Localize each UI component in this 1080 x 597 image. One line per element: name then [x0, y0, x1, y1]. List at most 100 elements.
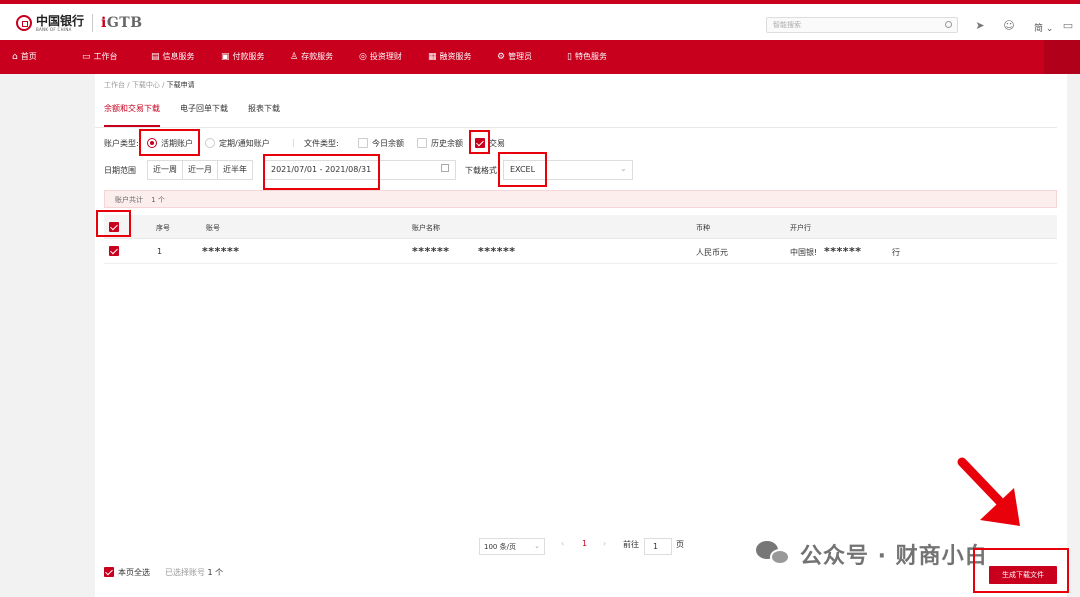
search-placeholder: 智能搜索	[773, 21, 801, 29]
search-icon[interactable]	[945, 21, 952, 28]
user-icon[interactable]: ☺	[1003, 20, 1015, 32]
table-header: 序号 账号 账户名称 币种 开户行	[104, 215, 1057, 239]
annotation-box-date-range	[263, 154, 380, 190]
download-format-label: 下载格式	[465, 166, 497, 175]
page-number-current[interactable]: 1	[582, 539, 587, 548]
page-unit-label: 页	[676, 540, 684, 549]
logo-divider	[92, 14, 94, 32]
gtb-product-logo: iGTB	[101, 15, 143, 31]
send-icon[interactable]: ➤	[974, 20, 986, 32]
chevron-down-icon[interactable]: ⌄	[620, 164, 627, 173]
boc-logo-icon	[16, 15, 32, 31]
goto-page-input[interactable]: 1	[644, 538, 672, 555]
col-currency: 币种	[696, 224, 710, 232]
preset-month-button[interactable]: 近一月	[183, 161, 218, 179]
nav-item-workbench[interactable]: ▭ 工作台	[82, 40, 118, 74]
window-icon[interactable]: ▭	[1062, 20, 1074, 32]
top-bar: 中国银行 BANK OF CHINA iGTB 智能搜索 ➤ ☺ 简 ⌄ ▭	[0, 4, 1080, 40]
annotation-box-select-all	[96, 210, 131, 237]
row-bank-suffix: 行	[892, 248, 900, 257]
annotation-box-transaction	[469, 130, 490, 154]
tab-report[interactable]: 报表下载	[248, 97, 280, 127]
row-currency: 人民币元	[696, 248, 728, 257]
finance-icon: ▦	[428, 52, 437, 62]
preset-halfyear-button[interactable]: 近半年	[218, 161, 252, 179]
row-bank-prefix: 中国银!	[790, 248, 818, 257]
col-index: 序号	[156, 224, 170, 232]
radio-fixed-account[interactable]	[205, 138, 215, 148]
next-page-icon[interactable]: ›	[603, 539, 606, 548]
table-row: 1 ****** ****** ****** 人民币元 中国银! ****** …	[104, 240, 1057, 264]
annotation-box-account-type	[139, 129, 200, 156]
deposit-icon: ♙	[290, 52, 299, 62]
col-account-no: 账号	[206, 224, 220, 232]
nav-item-feature[interactable]: ▯ 特色服务	[567, 40, 607, 74]
history-balance-label[interactable]: 历史余额	[431, 138, 463, 149]
nav-item-deposit[interactable]: ♙ 存款服务	[290, 40, 333, 74]
select-page-all-checkbox[interactable]	[104, 567, 114, 577]
invest-icon: ◎	[359, 52, 367, 62]
row-account-name-2: ******	[478, 245, 516, 258]
col-bank: 开户行	[790, 224, 811, 232]
wechat-watermark: 公众号 · 财商小白	[756, 538, 988, 570]
today-balance-label[interactable]: 今日余额	[372, 138, 404, 149]
nav-item-home[interactable]: ⌂ 首页	[12, 40, 37, 74]
annotation-box-generate	[973, 548, 1069, 593]
selected-accounts-label: 已选择账号 1 个	[165, 568, 224, 577]
row-account-no: ******	[202, 245, 240, 258]
row-bank-mask: ******	[824, 245, 862, 258]
annotation-box-format	[498, 152, 547, 187]
fixed-account-label[interactable]: 定期/通知账户	[219, 138, 270, 149]
main-nav: ⌂ 首页 ▭ 工作台 ▤ 信息服务 ▣ 付款服务 ♙ 存款服务 ◎ 投资理财 ▦ 融资服务 ⚙…	[0, 40, 1080, 74]
monitor-icon: ▭	[82, 52, 91, 62]
breadcrumb-download-center[interactable]: 下载中心	[132, 81, 160, 89]
summary-count: 1 个	[151, 196, 165, 204]
checkbox-today-balance[interactable]	[358, 138, 368, 148]
checkbox-history-balance[interactable]	[417, 138, 427, 148]
nav-decoration	[1044, 40, 1080, 74]
account-type-label: 账户类型:	[104, 139, 139, 148]
date-range-label: 日期范围	[104, 166, 136, 175]
row-checkbox[interactable]	[109, 246, 119, 256]
breadcrumb-current: 下载申请	[166, 81, 195, 89]
col-account-name: 账户名称	[412, 224, 440, 232]
content-panel	[95, 74, 1067, 597]
summary-label: 账户共计	[115, 196, 143, 204]
feature-icon: ▯	[567, 52, 572, 62]
page-size-select[interactable]: 100 条/页 ⌄	[479, 538, 545, 555]
home-icon: ⌂	[12, 52, 18, 62]
nav-item-payment[interactable]: ▣ 付款服务	[221, 40, 265, 74]
bank-logo[interactable]: 中国银行 BANK OF CHINA iGTB	[16, 14, 143, 32]
gear-icon: ⚙	[497, 52, 506, 62]
search-input[interactable]: 智能搜索	[766, 17, 958, 33]
file-type-label: 文件类型:	[304, 139, 339, 148]
filter-separator: |	[292, 138, 295, 147]
payment-icon: ▣	[221, 52, 230, 62]
nav-item-info[interactable]: ▤ 信息服务	[151, 40, 195, 74]
breadcrumb-workbench[interactable]: 工作台	[104, 81, 125, 89]
tab-e-receipt[interactable]: 电子回单下载	[180, 97, 228, 127]
prev-page-icon[interactable]: ‹	[561, 539, 564, 548]
date-preset-group: 近一周 近一月 近半年	[147, 160, 253, 180]
transaction-label[interactable]: 交易	[489, 138, 505, 149]
preset-week-button[interactable]: 近一周	[148, 161, 183, 179]
goto-label: 前往	[623, 540, 639, 549]
calendar-icon[interactable]	[441, 164, 449, 172]
language-switch[interactable]: 简 ⌄	[1034, 21, 1053, 34]
annotation-arrow-icon	[957, 457, 1020, 526]
account-summary-bar: 账户共计 1 个	[104, 190, 1057, 208]
watermark-text: 公众号 · 财商小白	[800, 544, 988, 569]
nav-item-admin[interactable]: ⚙ 管理员	[497, 40, 532, 74]
nav-item-invest[interactable]: ◎ 投资理财	[359, 40, 402, 74]
row-index: 1	[157, 247, 163, 256]
breadcrumb: 工作台 / 下载中心 / 下载申请	[104, 81, 195, 89]
download-tabs: 余额和交易下载 电子回单下载 报表下载	[104, 97, 280, 127]
nav-item-finance[interactable]: ▦ 融资服务	[428, 40, 472, 74]
select-page-all-label[interactable]: 本页全选	[118, 567, 150, 578]
info-icon: ▤	[151, 52, 160, 62]
logo-cn-text: 中国银行	[36, 13, 85, 28]
tab-balance-transaction[interactable]: 余额和交易下载	[104, 97, 160, 127]
wechat-icon	[756, 541, 794, 567]
row-account-name-1: ******	[412, 245, 450, 258]
tab-divider	[95, 127, 1057, 128]
